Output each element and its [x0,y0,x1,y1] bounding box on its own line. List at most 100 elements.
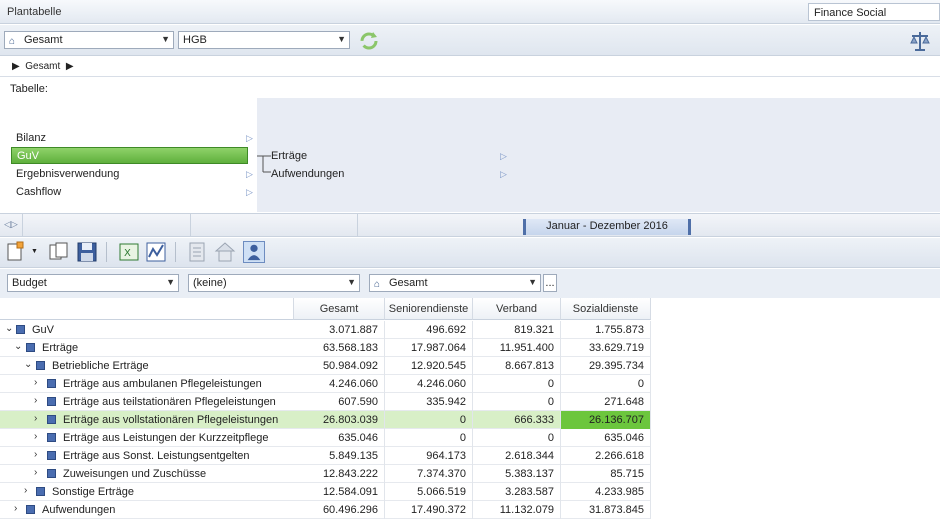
row-value-verband[interactable]: 11.951.400 [473,339,561,357]
row-value-verband[interactable]: 0 [473,429,561,447]
collapse-icon[interactable]: ⌄ [24,359,32,370]
nav-item-cashflow[interactable]: Cashflow [16,186,61,198]
table-row[interactable]: › Zuweisungen und Zuschüsse 12.843.222 7.37… [0,465,651,483]
row-value-verband[interactable]: 819.321 [473,321,561,339]
new-document-icon[interactable] [5,241,27,263]
scope-select[interactable]: ⌂ Gesamt ▼ [4,31,174,49]
col-header-gesamt[interactable]: Gesamt [294,298,385,320]
row-value-sozialdienste[interactable]: 26.136.707 [561,411,651,429]
row-value-seniorendienste[interactable]: 964.173 [385,447,473,465]
type-select[interactable]: Budget ▼ [7,274,179,292]
expand-icon[interactable]: › [14,503,17,514]
row-value-seniorendienste[interactable]: 0 [385,411,473,429]
row-value-seniorendienste[interactable]: 4.246.060 [385,375,473,393]
row-value-seniorendienste[interactable]: 7.374.370 [385,465,473,483]
table-row[interactable]: ⌄ GuV 3.071.887 496.692 819.321 1.755.873 [0,321,651,339]
row-value-seniorendienste[interactable]: 335.942 [385,393,473,411]
row-value-verband[interactable]: 11.132.079 [473,501,561,519]
scroll-left-icon[interactable]: ◁▷ [4,219,18,230]
chart-icon[interactable] [145,241,167,263]
row-value-sozialdienste[interactable]: 4.233.985 [561,483,651,501]
col-header-seniorendienste[interactable]: Seniorendienste [385,298,473,320]
row-value-seniorendienste[interactable]: 17.987.064 [385,339,473,357]
expand-icon[interactable]: › [34,431,37,442]
row-value-gesamt[interactable]: 26.803.039 [294,411,385,429]
building-icon[interactable] [214,241,236,263]
col-header-verband[interactable]: Verband [473,298,561,320]
row-value-seniorendienste[interactable]: 17.490.372 [385,501,473,519]
breadcrumb-item[interactable]: ▶ Gesamt ▶ [12,61,74,72]
nav-item-bilanz[interactable]: Bilanz [16,132,46,144]
row-value-gesamt[interactable]: 12.843.222 [294,465,385,483]
scales-icon[interactable] [908,29,932,53]
row-value-verband[interactable]: 2.618.344 [473,447,561,465]
table-row[interactable]: › Erträge aus Leistungen der Kurzzeitpfle… [0,429,651,447]
row-value-seniorendienste[interactable]: 0 [385,429,473,447]
row-value-gesamt[interactable]: 5.849.135 [294,447,385,465]
nav-item-ergebnisverwendung[interactable]: Ergebnisverwendung [16,168,119,180]
document-list-icon[interactable] [186,241,208,263]
table-row[interactable]: › Erträge aus teilstationären Pflegeleist… [0,393,651,411]
company-field[interactable]: Finance Social [808,3,940,21]
refresh-icon[interactable] [358,30,380,52]
row-value-sozialdienste[interactable]: 0 [561,375,651,393]
expand-icon[interactable]: › [34,377,37,388]
row-value-sozialdienste[interactable]: 29.395.734 [561,357,651,375]
nav-item-aufwendungen[interactable]: Aufwendungen [271,168,344,180]
row-value-verband[interactable]: 0 [473,393,561,411]
row-value-sozialdienste[interactable]: 2.266.618 [561,447,651,465]
tree-node-icon [47,433,56,442]
more-button[interactable]: ... [543,274,557,292]
row-value-gesamt[interactable]: 607.590 [294,393,385,411]
row-value-verband[interactable]: 5.383.137 [473,465,561,483]
row-value-gesamt[interactable]: 635.046 [294,429,385,447]
row-value-seniorendienste[interactable]: 5.066.519 [385,483,473,501]
table-row[interactable]: › Erträge aus vollstationären Pflegeleist… [0,411,651,429]
expand-icon[interactable]: › [34,467,37,478]
table-row[interactable]: › Erträge aus ambulanen Pflegeleistungen 4… [0,375,651,393]
nav-item-ertraege[interactable]: Erträge [271,150,307,162]
row-value-sozialdienste[interactable]: 33.629.719 [561,339,651,357]
row-value-verband[interactable]: 0 [473,375,561,393]
row-value-seniorendienste[interactable]: 496.692 [385,321,473,339]
row-value-gesamt[interactable]: 3.071.887 [294,321,385,339]
row-label: Erträge aus Leistungen der Kurzzeitpfleg… [63,432,269,444]
row-value-sozialdienste[interactable]: 85.715 [561,465,651,483]
collapse-icon[interactable]: ⌄ [5,323,13,334]
row-value-sozialdienste[interactable]: 635.046 [561,429,651,447]
col-header-sozialdienste[interactable]: Sozialdienste [561,298,651,320]
period-selector[interactable]: Januar - Dezember 2016 [523,219,691,235]
row-value-gesamt[interactable]: 12.584.091 [294,483,385,501]
table-row[interactable]: › Erträge aus Sonst. Leistungsentgelten 5.… [0,447,651,465]
row-value-gesamt[interactable]: 4.246.060 [294,375,385,393]
row-value-sozialdienste[interactable]: 31.873.845 [561,501,651,519]
row-value-gesamt[interactable]: 50.984.092 [294,357,385,375]
collapse-icon[interactable]: ⌄ [14,341,22,352]
row-value-verband[interactable]: 666.333 [473,411,561,429]
table-row[interactable]: › Aufwendungen 60.496.296 17.490.372 11.132.… [0,501,651,519]
expand-icon[interactable]: › [34,449,37,460]
standard-select[interactable]: HGB ▼ [178,31,350,49]
dropdown-arrow-icon[interactable]: ▼ [31,248,38,255]
row-value-verband[interactable]: 8.667.813 [473,357,561,375]
expand-icon[interactable]: › [24,485,27,496]
expand-icon[interactable]: › [34,413,37,424]
expand-icon[interactable]: › [34,395,37,406]
table-row[interactable]: ⌄ Erträge 63.568.183 17.987.064 11.951.400 33… [0,339,651,357]
person-icon[interactable] [243,241,265,263]
row-value-verband[interactable]: 3.283.587 [473,483,561,501]
row-value-sozialdienste[interactable]: 271.648 [561,393,651,411]
table-row[interactable]: ⌄ Betriebliche Erträge 50.984.092 12.920.54… [0,357,651,375]
comparison-select[interactable]: (keine) ▼ [188,274,360,292]
row-label: Erträge aus Sonst. Leistungsentgelten [63,450,250,462]
row-value-gesamt[interactable]: 63.568.183 [294,339,385,357]
nav-item-guv[interactable]: GuV [11,147,248,164]
unit-select[interactable]: ⌂ Gesamt ▼ [369,274,541,292]
row-value-seniorendienste[interactable]: 12.920.545 [385,357,473,375]
table-row[interactable]: › Sonstige Erträge 12.584.091 5.066.519 3.28… [0,483,651,501]
row-value-gesamt[interactable]: 60.496.296 [294,501,385,519]
row-value-sozialdienste[interactable]: 1.755.873 [561,321,651,339]
excel-icon[interactable]: X [118,241,140,263]
copy-icon[interactable] [48,241,70,263]
save-icon[interactable] [76,241,98,263]
